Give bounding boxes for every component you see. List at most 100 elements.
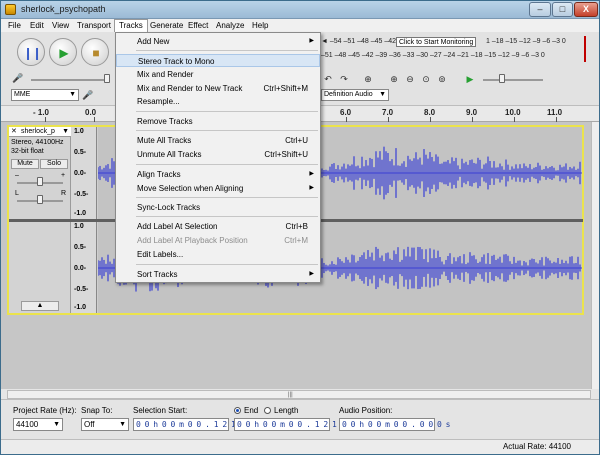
- close-track-icon[interactable]: ✕: [11, 127, 17, 136]
- output-device-select[interactable]: Definition Audio ▼: [321, 89, 389, 101]
- selection-start-field[interactable]: 0 0 h 0 0 m 0 0 . 1 2 1 s: [133, 418, 244, 431]
- submenu-arrow-icon: ▶: [309, 185, 314, 191]
- fit-project-icon[interactable]: ⊚: [435, 72, 449, 86]
- audio-host-select[interactable]: MME ▼: [11, 89, 79, 101]
- redo-icon[interactable]: ↷: [337, 72, 351, 86]
- menu-file[interactable]: File: [4, 19, 25, 32]
- scale-label: -0.5-: [74, 286, 89, 293]
- play-icon: ▶: [59, 46, 69, 60]
- tracks-dropdown-menu: Add New ▶ Stereo Track to Mono Mix and Rend…: [115, 32, 321, 283]
- start-monitoring-button[interactable]: Click to Start Monitoring: [396, 37, 477, 47]
- pan-slider[interactable]: [37, 195, 43, 204]
- ruler-label: - 1.0: [33, 108, 50, 117]
- meter-peak-marker: [584, 36, 586, 62]
- gain-slider[interactable]: [37, 177, 43, 186]
- snap-to-value: Off: [84, 420, 95, 429]
- audio-host-value: MME: [14, 91, 31, 98]
- selection-end-field[interactable]: 0 0 h 0 0 m 0 0 . 1 2 1 s: [234, 418, 345, 431]
- chevron-down-icon: ▼: [62, 128, 69, 135]
- audio-position-field[interactable]: 0 0 h 0 0 m 0 0 . 0 0 0 s: [339, 418, 450, 431]
- solo-button[interactable]: Solo: [40, 159, 68, 169]
- play-button[interactable]: ▶: [49, 38, 77, 66]
- length-label: Length: [274, 406, 299, 415]
- scroll-grip-icon: |||: [288, 392, 293, 398]
- menu-tracks[interactable]: Tracks: [114, 19, 148, 32]
- collapse-track-button[interactable]: ▲: [21, 301, 59, 311]
- input-volume-slider[interactable]: [104, 74, 110, 83]
- end-radio[interactable]: [234, 407, 241, 414]
- speed-slider[interactable]: [499, 74, 505, 83]
- undo-icon[interactable]: ↶: [321, 72, 335, 86]
- window-title: sherlock_psychopath: [21, 4, 106, 14]
- project-rate-select[interactable]: 44100 ▼: [13, 418, 63, 431]
- vertical-scrollbar[interactable]: [591, 122, 599, 389]
- menu-effect[interactable]: Effect: [184, 19, 212, 32]
- fit-selection-icon[interactable]: ⊙: [419, 72, 433, 86]
- menu-item-remove-tracks[interactable]: Remove Tracks: [116, 115, 320, 128]
- menu-item-resample[interactable]: Resample...: [116, 95, 320, 108]
- menu-item-add-new[interactable]: Add New ▶: [116, 35, 320, 48]
- menu-item-label: Sync-Lock Tracks: [137, 203, 201, 212]
- menu-bar: File Edit View Transport Tracks Generate…: [1, 19, 599, 32]
- menu-item-mix-and-render-to-new-track[interactable]: Mix and Render to New Track Ctrl+Shift+M: [116, 82, 320, 95]
- menu-analyze[interactable]: Analyze: [212, 19, 248, 32]
- menu-item-unmute-all-tracks[interactable]: Unmute All Tracks Ctrl+Shift+U: [116, 148, 320, 161]
- menu-item-mute-all-tracks[interactable]: Mute All Tracks Ctrl+U: [116, 134, 320, 147]
- menu-item-add-label-at-playback-position: Add Label At Playback Position Ctrl+M: [116, 234, 320, 247]
- menu-item-stereo-track-to-mono[interactable]: Stereo Track to Mono: [116, 54, 320, 67]
- stop-button[interactable]: ■: [81, 38, 109, 66]
- maximize-button[interactable]: □: [552, 2, 573, 17]
- playback-meter[interactable]: –51 –48 –45 –42 –39 –36 –33 –30 –27 –24 …: [321, 49, 599, 63]
- menu-item-move-selection-when-aligning[interactable]: Move Selection when Aligning ▶: [116, 182, 320, 195]
- menu-item-shortcut: Ctrl+B: [285, 222, 308, 231]
- menu-item-label: Resample...: [137, 97, 180, 106]
- sync-lock-icon[interactable]: ⊕: [361, 72, 375, 86]
- menu-item-sort-tracks[interactable]: Sort Tracks ▶: [116, 268, 320, 281]
- zoom-out-icon[interactable]: ⊖: [403, 72, 417, 86]
- menu-transport[interactable]: Transport: [73, 19, 115, 32]
- menu-separator: [136, 216, 318, 217]
- scale-label: 1.0: [74, 223, 84, 230]
- gain-plus-label: +: [61, 172, 66, 179]
- menu-item-shortcut: Ctrl+M: [284, 236, 308, 245]
- pause-button[interactable]: ❙❙: [17, 38, 45, 66]
- menu-item-label: Stereo Track to Mono: [138, 57, 215, 66]
- play-at-speed-icon[interactable]: ▶: [463, 72, 477, 86]
- snap-to-select[interactable]: Off ▼: [81, 418, 129, 431]
- selection-start-label: Selection Start:: [133, 406, 188, 415]
- selection-toolbar: Project Rate (Hz): 44100 ▼ Snap To: Off ▼ …: [1, 399, 599, 439]
- horizontal-scrollbar[interactable]: |||: [7, 390, 591, 399]
- scale-label: 0.5-: [74, 149, 87, 156]
- menu-item-label: Align Tracks: [137, 170, 181, 179]
- menu-item-sync-lock-tracks[interactable]: Sync-Lock Tracks: [116, 201, 320, 214]
- submenu-arrow-icon: ▶: [309, 271, 314, 277]
- menu-item-align-tracks[interactable]: Align Tracks ▶: [116, 168, 320, 181]
- menu-item-mix-and-render[interactable]: Mix and Render: [116, 68, 320, 81]
- chevron-down-icon: ▼: [379, 91, 386, 98]
- menu-view[interactable]: View: [48, 19, 73, 32]
- menu-item-edit-labels[interactable]: Edit Labels...: [116, 248, 320, 261]
- mute-button[interactable]: Mute: [11, 159, 39, 169]
- meter-scale-left: ◄ –54 –51 –48 –45 –42 –: [321, 38, 402, 45]
- scale-label: -0.5-: [74, 191, 89, 198]
- length-radio[interactable]: [264, 407, 271, 414]
- scale-label: 0.0-: [74, 170, 87, 177]
- mixer-toolbar: 🎤: [11, 71, 121, 88]
- minimize-button[interactable]: –: [529, 2, 551, 17]
- menu-item-label: Mix and Render: [137, 70, 194, 79]
- menu-generate[interactable]: Generate: [146, 19, 187, 32]
- menu-help[interactable]: Help: [248, 19, 272, 32]
- menu-item-label: Mute All Tracks: [137, 136, 192, 145]
- submenu-arrow-icon: ▶: [309, 38, 314, 44]
- track-name-menu[interactable]: ✕ sherlock_p ▼: [9, 127, 71, 137]
- menu-edit[interactable]: Edit: [26, 19, 48, 32]
- end-label: End: [244, 406, 259, 415]
- menu-item-add-label-at-selection[interactable]: Add Label At Selection Ctrl+B: [116, 220, 320, 233]
- pan-left-label: L: [15, 190, 19, 197]
- project-rate-value: 44100: [16, 420, 39, 429]
- menu-item-shortcut: Ctrl+U: [285, 136, 308, 145]
- zoom-in-icon[interactable]: ⊕: [387, 72, 401, 86]
- snap-to-label: Snap To:: [81, 406, 113, 415]
- scale-label: -1.0: [74, 210, 87, 217]
- close-button[interactable]: X: [574, 2, 598, 17]
